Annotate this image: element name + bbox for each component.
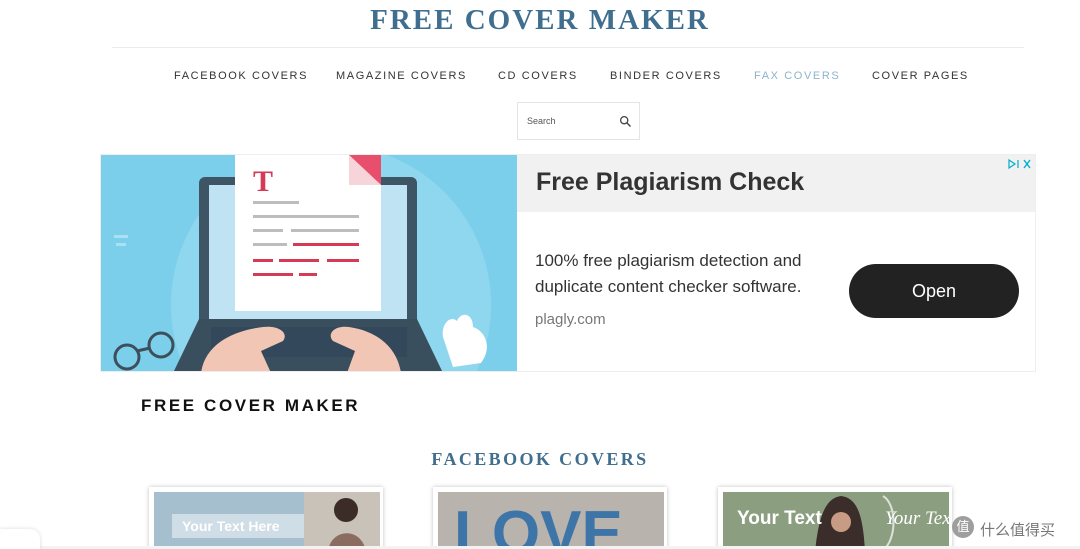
cover-1-text: Your Text Here: [182, 518, 280, 534]
ad-open-button[interactable]: Open: [849, 264, 1019, 318]
cover-3-text-left: Your Text: [737, 508, 822, 529]
site-title[interactable]: FREE COVER MAKER: [0, 4, 1080, 37]
ad-headline[interactable]: Free Plagiarism Check: [536, 168, 804, 197]
cover-preview-1: Your Text Here: [154, 492, 380, 549]
ad-illustration: T: [101, 155, 517, 371]
nav-cover-pages[interactable]: COVER PAGES: [872, 70, 969, 82]
cover-preview-3: Your Text Your Text: [723, 492, 949, 549]
nav-facebook-covers[interactable]: FACEBOOK COVERS: [174, 70, 308, 82]
ad-description: 100% free plagiarism detection and dupli…: [535, 251, 802, 296]
search-input[interactable]: [518, 103, 613, 139]
header-divider: [112, 47, 1024, 48]
ad-banner[interactable]: T Free Plagiarism Check 100% free plagia…: [100, 154, 1036, 372]
nav-fax-covers[interactable]: FAX COVERS: [754, 70, 840, 82]
ad-headline-bar: Free Plagiarism Check: [517, 155, 1035, 212]
cover-2-text: LOVE: [454, 499, 623, 549]
facebook-cover-thumbnail-2[interactable]: LOVE: [433, 487, 667, 549]
nav-magazine-covers[interactable]: MAGAZINE COVERS: [336, 70, 467, 82]
search-icon[interactable]: [619, 115, 632, 128]
watermark: 值 什么值得买: [948, 512, 1076, 542]
cover-3-text-right: Your Text: [885, 508, 949, 529]
main-nav: FACEBOOK COVERS MAGAZINE COVERS CD COVER…: [0, 70, 1080, 86]
corner-widget[interactable]: [0, 529, 40, 549]
facebook-cover-thumbnail-3[interactable]: Your Text Your Text: [718, 487, 952, 549]
cover-preview-2: LOVE: [438, 492, 664, 549]
page-heading: FREE COVER MAKER: [141, 396, 361, 415]
facebook-cover-thumbnail-1[interactable]: Your Text Here: [149, 487, 383, 549]
nav-cd-covers[interactable]: CD COVERS: [498, 70, 578, 82]
nav-binder-covers[interactable]: BINDER COVERS: [610, 70, 722, 82]
ad-choices-icon[interactable]: [1007, 158, 1033, 170]
ad-domain[interactable]: plagly.com: [535, 311, 606, 328]
watermark-logo: 值: [952, 516, 974, 538]
search-box: [517, 102, 640, 140]
watermark-text: 什么值得买: [980, 522, 1056, 539]
ad-image-letter: T: [253, 165, 273, 198]
section-heading-facebook-covers[interactable]: FACEBOOK COVERS: [0, 449, 1080, 470]
